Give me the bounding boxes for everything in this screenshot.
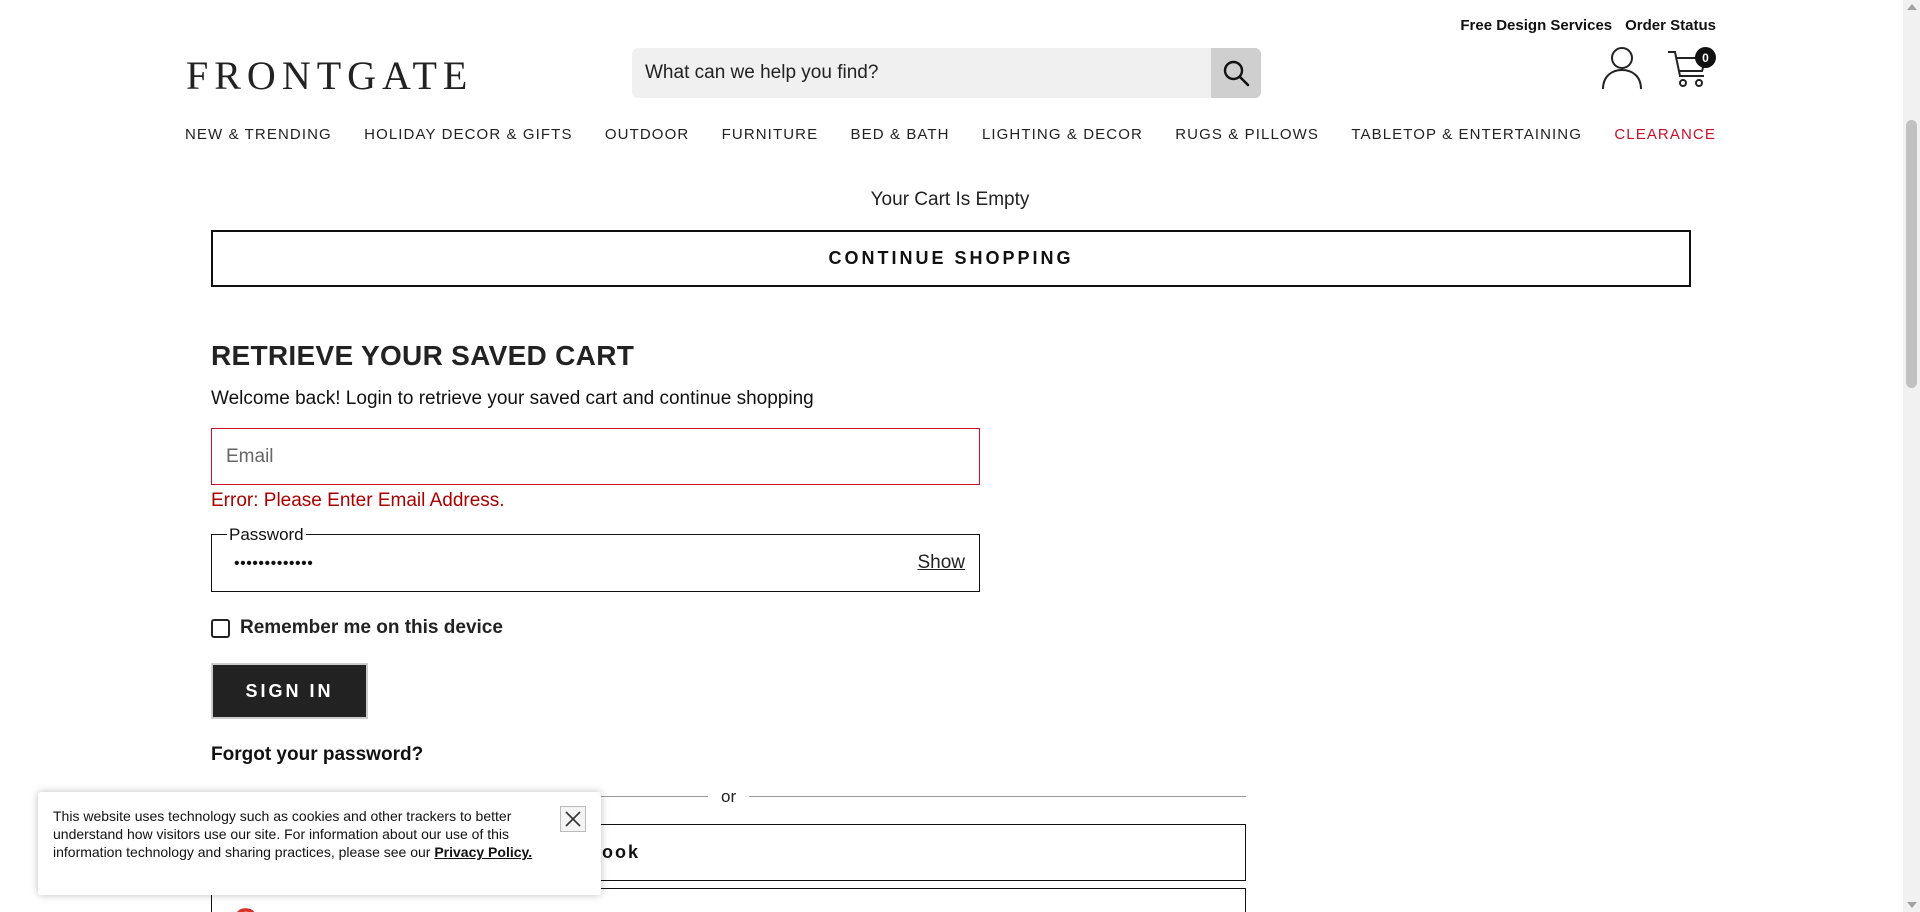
scroll-down-arrow[interactable] <box>1907 902 1917 908</box>
forgot-password-link[interactable]: Forgot your password? <box>211 744 423 766</box>
scroll-thumb[interactable] <box>1906 120 1917 388</box>
utility-links: Free Design Services Order Status <box>1460 17 1716 34</box>
nav-new-trending[interactable]: NEW & TRENDING <box>185 126 332 143</box>
cart-count-badge: 0 <box>1695 47 1716 68</box>
page-scrollbar[interactable] <box>1903 0 1920 912</box>
search-input[interactable] <box>632 48 1211 98</box>
nav-tabletop-entertaining[interactable]: TABLETOP & ENTERTAINING <box>1351 126 1582 143</box>
search-bar <box>632 48 1261 98</box>
remember-me-checkbox[interactable] <box>211 618 230 638</box>
cart-empty-message: Your Cart Is Empty <box>870 189 1030 210</box>
cookie-close-button[interactable] <box>560 806 586 832</box>
order-status-link[interactable]: Order Status <box>1625 17 1716 34</box>
saved-cart-subtitle: Welcome back! Login to retrieve your sav… <box>211 388 814 409</box>
nav-holiday-decor-gifts[interactable]: HOLIDAY DECOR & GIFTS <box>364 126 572 143</box>
google-icon: G <box>234 903 259 912</box>
main-nav: NEW & TRENDING HOLIDAY DECOR & GIFTS OUT… <box>185 126 1716 143</box>
scroll-up-arrow[interactable] <box>1907 4 1917 10</box>
nav-furniture[interactable]: FURNITURE <box>722 126 819 143</box>
divider-or: or <box>721 787 737 806</box>
cookie-banner-text: This website uses technology such as coo… <box>53 807 543 861</box>
saved-cart-title: RETRIEVE YOUR SAVED CART <box>211 340 635 371</box>
password-value: ••••••••••••• <box>234 555 314 572</box>
nav-bed-bath[interactable]: BED & BATH <box>851 126 950 143</box>
nav-outdoor[interactable]: OUTDOOR <box>605 126 689 143</box>
search-button[interactable] <box>1211 48 1261 98</box>
remember-me: Remember me on this device <box>211 617 503 639</box>
password-field[interactable]: Password ••••••••••••• Show <box>211 525 980 592</box>
remember-me-label: Remember me on this device <box>240 617 503 638</box>
frontgate-logo[interactable]: FRONTGATE <box>186 52 473 99</box>
nav-lighting-decor[interactable]: LIGHTING & DECOR <box>982 126 1143 143</box>
divider-right <box>749 796 1246 797</box>
close-icon <box>565 811 581 827</box>
search-icon <box>1223 60 1250 87</box>
privacy-policy-link[interactable]: Privacy Policy. <box>434 844 532 860</box>
sign-in-button[interactable]: SIGN IN <box>211 663 368 719</box>
email-field-wrapper <box>211 428 980 485</box>
free-design-services-link[interactable]: Free Design Services <box>1460 17 1612 34</box>
facebook-login-label: ook <box>602 842 641 862</box>
email-error-message: Error: Please Enter Email Address. <box>211 490 505 511</box>
password-label: Password <box>227 525 306 545</box>
email-field[interactable] <box>212 429 979 484</box>
show-password-button[interactable]: Show <box>917 552 965 574</box>
continue-shopping-button[interactable]: CONTINUE SHOPPING <box>211 230 1691 287</box>
nav-clearance[interactable]: CLEARANCE <box>1614 126 1716 143</box>
nav-rugs-pillows[interactable]: RUGS & PILLOWS <box>1175 126 1319 143</box>
cookie-banner: This website uses technology such as coo… <box>38 792 601 895</box>
account-icon[interactable] <box>1600 44 1644 90</box>
